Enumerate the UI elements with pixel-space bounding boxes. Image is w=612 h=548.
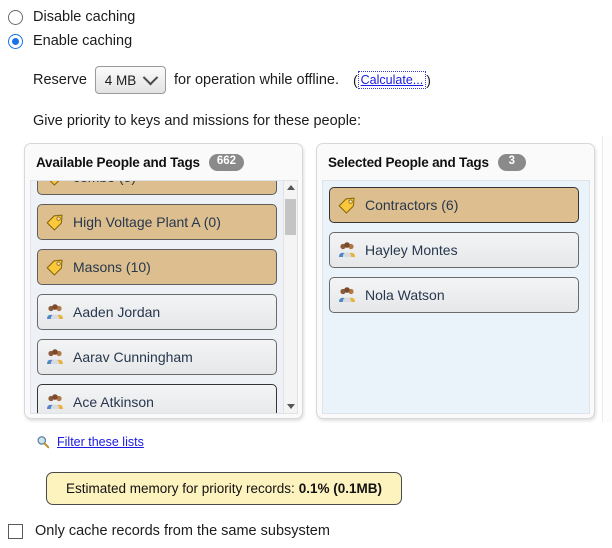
memory-estimate-label: Estimated memory for priority records: bbox=[65, 481, 295, 496]
page-scroll-edge bbox=[602, 136, 612, 422]
list-item-label: High Voltage Plant A (0) bbox=[73, 214, 221, 230]
magnifier-icon bbox=[37, 436, 50, 449]
list-item-label: combo (5) bbox=[73, 181, 136, 185]
calculate-open-paren: ( bbox=[352, 72, 358, 88]
people-icon bbox=[47, 304, 63, 319]
list-item-label: Ace Atkinson bbox=[73, 394, 154, 410]
list-item[interactable]: Ace Atkinson bbox=[37, 384, 277, 413]
reserve-row: Reserve 4 MB for operation while offline… bbox=[0, 65, 612, 95]
list-item[interactable]: combo (5) bbox=[37, 181, 277, 195]
list-item[interactable]: Hayley Montes bbox=[329, 232, 579, 268]
available-count-badge: 662 bbox=[208, 154, 244, 171]
people-icon bbox=[339, 287, 355, 302]
memory-estimate-value: 0.1% (0.1MB) bbox=[298, 481, 383, 496]
people-icon bbox=[339, 242, 355, 257]
tag-icon bbox=[46, 259, 63, 276]
list-item-label: Hayley Montes bbox=[365, 242, 458, 258]
tag-icon bbox=[46, 214, 63, 231]
reserve-prefix-label: Reserve bbox=[33, 72, 87, 88]
arrow-down-icon bbox=[286, 404, 295, 409]
available-list-scroll: combo (5) High Voltage Plant A (0) bbox=[31, 181, 297, 413]
people-icon bbox=[47, 349, 63, 364]
available-panel-header: Available People and Tags 662 bbox=[25, 144, 302, 176]
list-item-label: Masons (10) bbox=[73, 259, 151, 275]
list-item[interactable]: Contractors (6) bbox=[329, 187, 579, 223]
radio-label-disable-caching: Disable caching bbox=[33, 9, 136, 25]
reserve-suffix-label: for operation while offline. bbox=[174, 72, 339, 88]
available-list[interactable]: combo (5) High Voltage Plant A (0) bbox=[30, 180, 298, 414]
radio-disable-caching[interactable] bbox=[8, 9, 23, 25]
priority-prompt-label: Give priority to keys and missions for t… bbox=[33, 113, 362, 129]
list-item-label: Contractors (6) bbox=[365, 197, 459, 213]
filter-lists-link[interactable]: Filter these lists bbox=[57, 435, 144, 449]
list-item-label: Nola Watson bbox=[365, 287, 445, 303]
list-item[interactable]: Masons (10) bbox=[37, 249, 277, 285]
list-item[interactable]: Nola Watson bbox=[329, 277, 579, 313]
calculate-link[interactable]: Calculate... bbox=[357, 71, 427, 89]
available-panel-title: Available People and Tags bbox=[36, 155, 200, 170]
selected-count-badge: 3 bbox=[497, 154, 526, 171]
available-list-scrollbar[interactable] bbox=[283, 180, 298, 414]
memory-size-select[interactable]: 4 MB bbox=[95, 66, 166, 94]
subsystem-checkbox[interactable] bbox=[8, 523, 23, 539]
chevron-down-icon bbox=[142, 69, 159, 85]
people-and-tags-panels: Available People and Tags 662 combo (5) bbox=[0, 143, 612, 421]
list-item-label: Aaden Jordan bbox=[73, 304, 161, 320]
list-item-label: Aarav Cunningham bbox=[73, 349, 193, 365]
memory-estimate-box: Estimated memory for priority records: 0… bbox=[46, 472, 402, 505]
tag-icon bbox=[338, 197, 355, 214]
selected-list-items: Contractors (6) Hayley Montes Nola Watso… bbox=[323, 187, 585, 322]
selected-people-and-tags-panel: Selected People and Tags 3 Contractors (… bbox=[316, 143, 595, 419]
selected-list[interactable]: Contractors (6) Hayley Montes Nola Watso… bbox=[322, 180, 590, 414]
scrollbar-thumb[interactable] bbox=[285, 199, 296, 235]
selected-panel-header: Selected People and Tags 3 bbox=[317, 144, 594, 176]
list-item[interactable]: High Voltage Plant A (0) bbox=[37, 204, 277, 240]
tag-icon bbox=[49, 181, 60, 186]
radio-row-disable-caching[interactable]: Disable caching bbox=[0, 5, 612, 29]
selected-list-scroll: Contractors (6) Hayley Montes Nola Watso… bbox=[323, 181, 589, 413]
subsystem-checkbox-row[interactable]: Only cache records from the same subsyst… bbox=[8, 523, 330, 539]
radio-label-enable-caching: Enable caching bbox=[33, 33, 133, 49]
scroll-up-button[interactable] bbox=[284, 181, 297, 194]
filter-lists-row[interactable]: Filter these lists bbox=[36, 435, 144, 449]
list-item[interactable]: Aarav Cunningham bbox=[37, 339, 277, 375]
selected-panel-title: Selected People and Tags bbox=[328, 155, 489, 170]
calculate-link-group: ( Calculate... ) bbox=[339, 71, 431, 89]
list-item[interactable]: Aaden Jordan bbox=[37, 294, 277, 330]
subsystem-checkbox-label: Only cache records from the same subsyst… bbox=[35, 523, 330, 539]
arrow-up-icon bbox=[286, 185, 295, 190]
radio-row-enable-caching[interactable]: Enable caching bbox=[0, 29, 612, 53]
memory-size-value: 4 MB bbox=[104, 72, 137, 88]
available-people-and-tags-panel: Available People and Tags 662 combo (5) bbox=[24, 143, 303, 419]
scroll-down-button[interactable] bbox=[284, 400, 297, 413]
people-icon bbox=[47, 394, 63, 409]
radio-enable-caching[interactable] bbox=[8, 33, 23, 49]
calculate-close-paren: ) bbox=[426, 72, 431, 88]
available-list-items: combo (5) High Voltage Plant A (0) bbox=[31, 181, 283, 413]
